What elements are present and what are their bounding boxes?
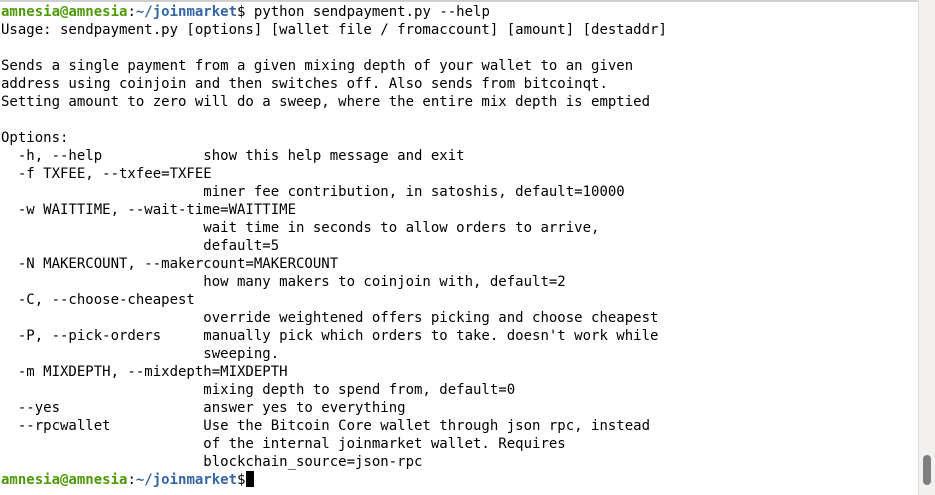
output-line: Usage: sendpayment.py [options] [wallet … <box>1 22 667 38</box>
output-line: -N MAKERCOUNT, --makercount=MAKERCOUNT <box>1 256 339 272</box>
output-line: --yes answer yes to everything <box>1 400 406 416</box>
scrollbar-thumb[interactable] <box>923 455 931 485</box>
output-line: --rpcwallet Use the Bitcoin Core wallet … <box>1 418 651 434</box>
output-line: wait time in seconds to allow orders to … <box>1 220 600 236</box>
prompt-path: ~/joinmarket <box>135 4 238 20</box>
output-line: address using coinjoin and then switches… <box>1 76 608 92</box>
output-line: blockchain_source=json-rpc <box>1 454 423 470</box>
vertical-scrollbar[interactable] <box>918 0 935 495</box>
output-line: -h, --help show this help message and ex… <box>1 148 465 164</box>
window-top-border <box>0 0 918 2</box>
output-line: -w WAITTIME, --wait-time=WAITTIME <box>1 202 297 218</box>
output-line: sweeping. <box>1 346 280 362</box>
output-line: override weightened offers picking and c… <box>1 310 659 326</box>
output-line: miner fee contribution, in satoshis, def… <box>1 184 625 200</box>
output-line: Setting amount to zero will do a sweep, … <box>1 94 651 110</box>
prompt-path: ~/joinmarket <box>135 472 238 488</box>
output-line: Sends a single payment from a given mixi… <box>1 58 634 74</box>
text-cursor <box>246 471 255 487</box>
output-line: -m MIXDEPTH, --mixdepth=MIXDEPTH <box>1 364 288 380</box>
output-line: default=5 <box>1 238 280 254</box>
prompt-separator: : <box>127 4 136 20</box>
command-line: amnesia@amnesia:~/joinmarket$ python sen… <box>1 3 918 21</box>
prompt-separator: : <box>127 472 136 488</box>
terminal-output[interactable]: amnesia@amnesia:~/joinmarket$ python sen… <box>0 0 918 495</box>
output-line: Options: <box>1 130 69 146</box>
current-prompt-line[interactable]: amnesia@amnesia:~/joinmarket$ <box>1 471 918 489</box>
output-line: -f TXFEE, --txfee=TXFEE <box>1 166 212 182</box>
output-line: -P, --pick-orders manually pick which or… <box>1 328 659 344</box>
output-line: mixing depth to spend from, default=0 <box>1 382 516 398</box>
output-line: of the internal joinmarket wallet. Requi… <box>1 436 566 452</box>
output-line: -C, --choose-cheapest <box>1 292 195 308</box>
prompt-user-host: amnesia@amnesia <box>1 4 128 20</box>
help-output: Usage: sendpayment.py [options] [wallet … <box>1 21 918 471</box>
output-line: how many makers to coinjoin with, defaul… <box>1 274 566 290</box>
prompt-user-host: amnesia@amnesia <box>1 472 128 488</box>
prompt-symbol: $ <box>237 472 246 488</box>
command-text: python sendpayment.py --help <box>245 4 490 20</box>
